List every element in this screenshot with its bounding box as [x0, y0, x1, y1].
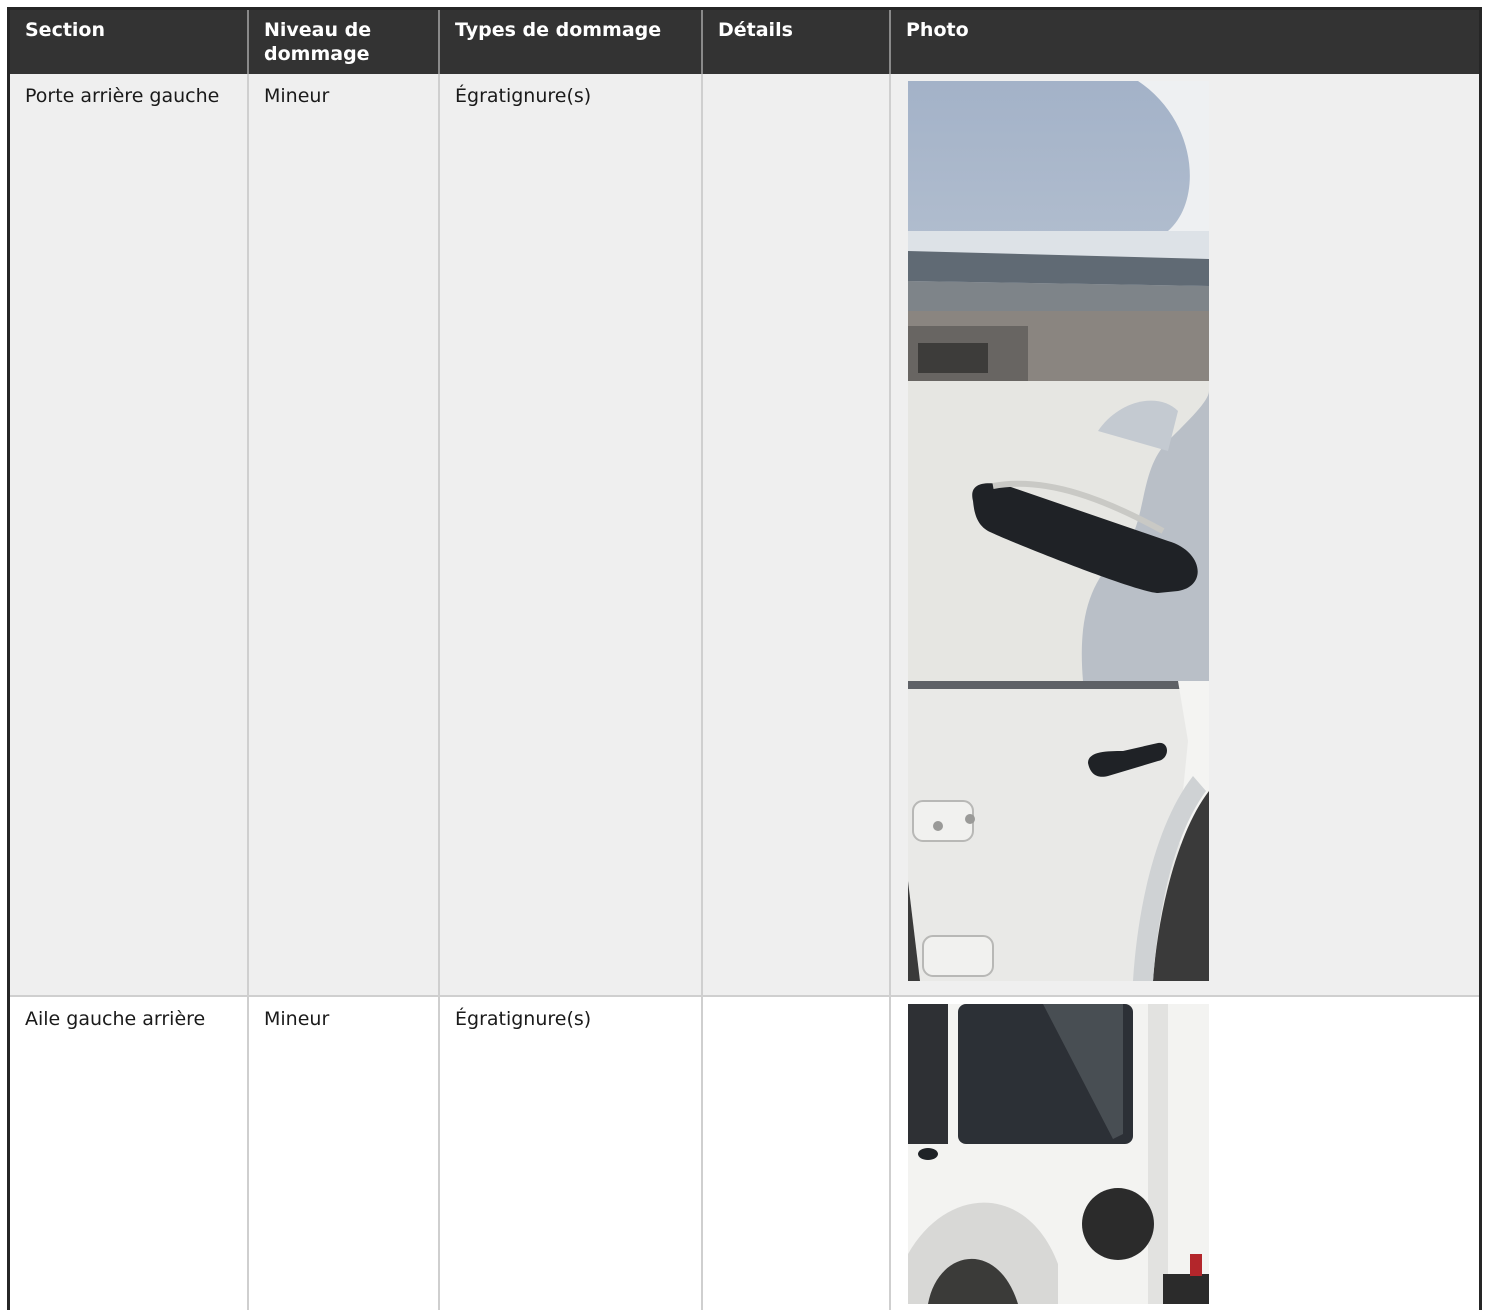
table-header-row: Section Niveau de dommage Types de domma… [10, 10, 1479, 74]
rear-door-photo[interactable] [908, 681, 1209, 981]
door-edge-photo[interactable] [908, 81, 1209, 381]
header-section: Section [10, 10, 249, 74]
header-types: Types de dommage [439, 10, 703, 74]
door-handle-photo[interactable] [908, 381, 1209, 681]
damage-table: Section Niveau de dommage Types de domma… [10, 10, 1479, 1310]
table-row: Aile gauche arrière Mineur Égratignure(s… [10, 996, 1479, 1310]
header-level: Niveau de dommage [248, 10, 440, 74]
header-photo: Photo [890, 10, 1479, 74]
cell-details [702, 74, 891, 997]
header-details: Détails [702, 10, 891, 74]
cell-photos [890, 996, 1479, 1310]
cell-level: Mineur [248, 74, 440, 997]
cell-section: Porte arrière gauche [10, 74, 249, 997]
cell-section: Aile gauche arrière [10, 996, 249, 1310]
table-row: Porte arrière gauche Mineur Égratignure(… [10, 74, 1479, 997]
damage-report-frame: Section Niveau de dommage Types de domma… [7, 7, 1482, 1310]
cell-types: Égratignure(s) [439, 996, 703, 1310]
cell-photos [890, 74, 1479, 997]
rear-quarter-photo[interactable] [908, 1004, 1209, 1304]
cell-details [702, 996, 891, 1310]
cell-types: Égratignure(s) [439, 74, 703, 997]
cell-level: Mineur [248, 996, 440, 1310]
